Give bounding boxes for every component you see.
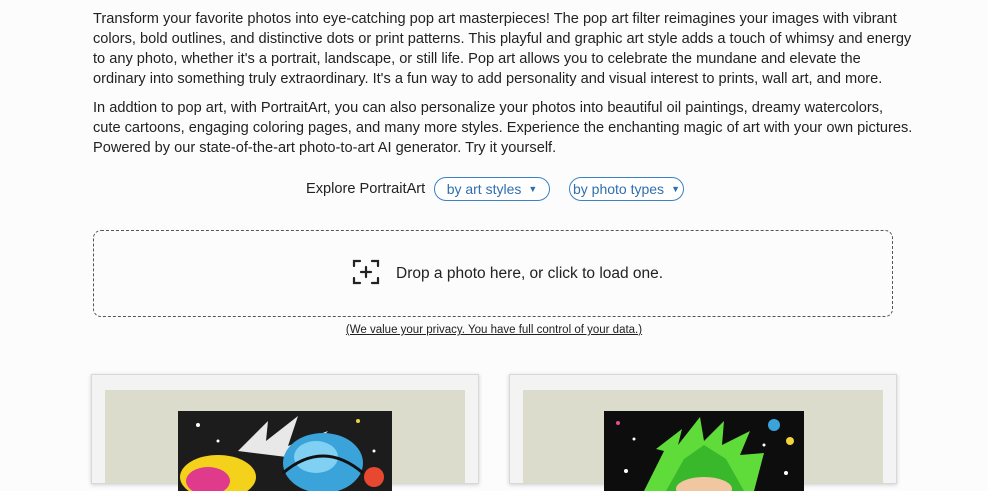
art-styles-label: by art styles [446, 181, 522, 197]
caret-down-icon: ▼ [671, 184, 680, 194]
pop-art-boxer-image [178, 411, 392, 491]
photo-dropzone[interactable]: Drop a photo here, or click to load one. [93, 230, 893, 317]
explore-row: Explore PortraitArt by art styles ▼ by p… [0, 177, 988, 203]
privacy-link[interactable]: (We value your privacy. You have full co… [0, 324, 988, 336]
art-styles-dropdown[interactable]: by art styles ▼ [434, 177, 550, 201]
dropzone-prompt: Drop a photo here, or click to load one. [396, 265, 664, 282]
add-photo-icon [352, 259, 380, 285]
intro-paragraph-2: In addtion to pop art, with PortraitArt,… [93, 100, 913, 156]
photo-types-dropdown[interactable]: by photo types ▼ [569, 177, 684, 201]
pop-art-green-hair-image [604, 411, 804, 491]
caret-down-icon: ▼ [528, 184, 538, 194]
explore-label: Explore PortraitArt [306, 181, 426, 197]
photo-types-label: by photo types [573, 181, 665, 197]
intro-paragraph-1: Transform your favorite photos into eye-… [93, 11, 912, 87]
